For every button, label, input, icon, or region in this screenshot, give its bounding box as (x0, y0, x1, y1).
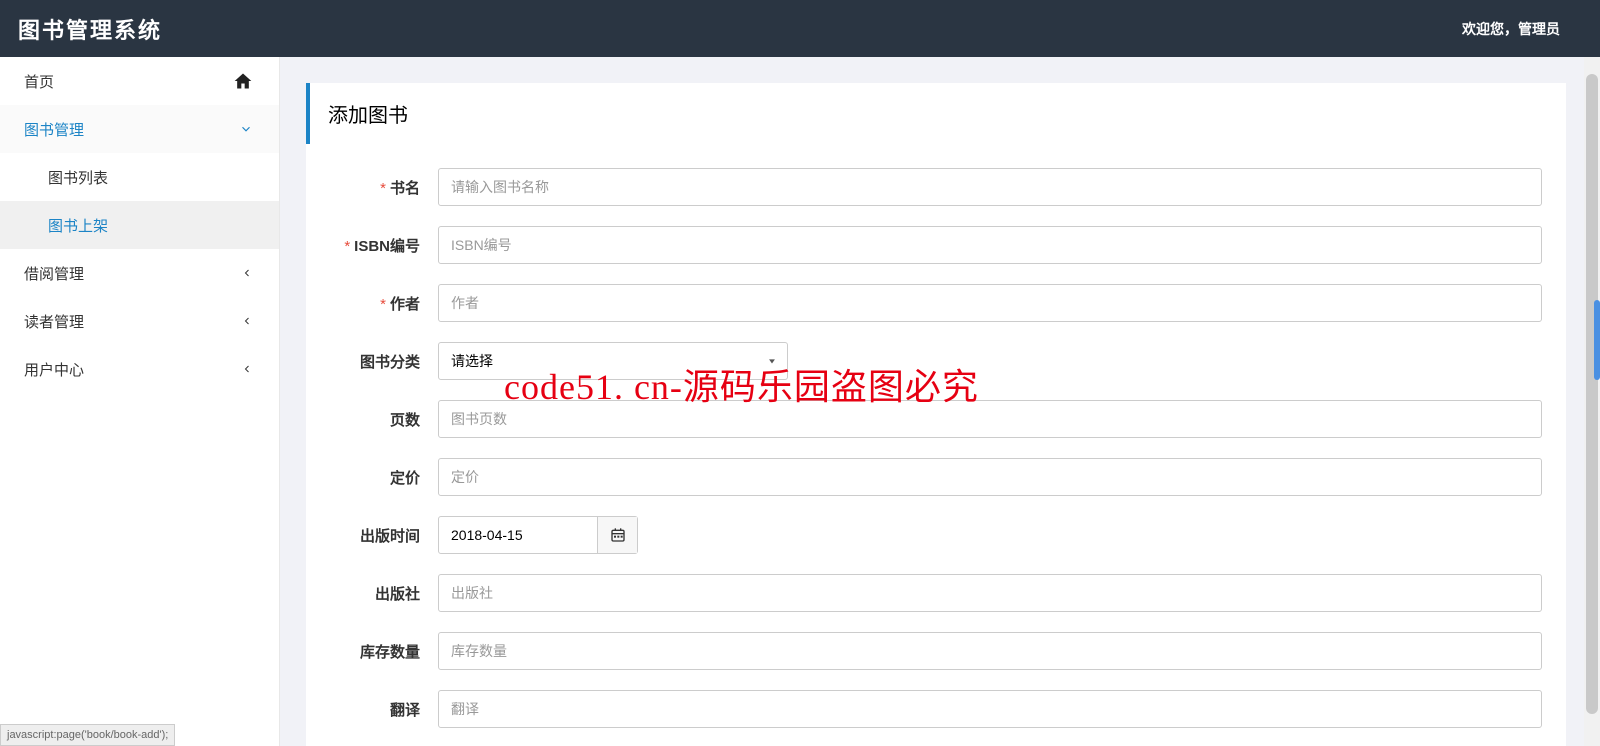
input-translator[interactable] (438, 690, 1542, 728)
row-author: *作者 (330, 284, 1542, 322)
row-book-name: *书名 (330, 168, 1542, 206)
scrollbar-thumb[interactable] (1586, 74, 1598, 714)
input-book-name[interactable] (438, 168, 1542, 206)
input-price[interactable] (438, 458, 1542, 496)
sidebar: 首页 图书管理 图书列表 图书上架 借阅管理 读者管理 (0, 57, 280, 746)
sidebar-item-book-add[interactable]: 图书上架 (0, 201, 279, 249)
sidebar-item-label: 借阅管理 (24, 263, 84, 284)
label-pubdate: 出版时间 (330, 525, 438, 546)
row-category: 图书分类 请选择 (330, 342, 1542, 380)
welcome-text[interactable]: 欢迎您，管理员 (1462, 19, 1560, 39)
sidebar-item-label: 读者管理 (24, 311, 84, 332)
sidebar-item-reader-mgmt[interactable]: 读者管理 (0, 297, 279, 345)
label-category: 图书分类 (330, 351, 438, 372)
chevron-left-icon (241, 315, 253, 327)
layout: 首页 图书管理 图书列表 图书上架 借阅管理 读者管理 (0, 57, 1600, 746)
row-pubdate: 出版时间 2018-04-15 (330, 516, 1542, 554)
sidebar-item-borrow-mgmt[interactable]: 借阅管理 (0, 249, 279, 297)
row-publisher: 出版社 (330, 574, 1542, 612)
calendar-icon[interactable] (597, 517, 637, 553)
sidebar-item-home[interactable]: 首页 (0, 57, 279, 105)
select-value: 请选择 (451, 351, 493, 371)
select-category[interactable]: 请选择 (438, 342, 788, 380)
row-translator: 翻译 (330, 690, 1542, 728)
sidebar-item-label: 首页 (24, 71, 54, 92)
form-panel: 添加图书 *书名 *ISBN编号 *作者 图书分类 请选择 (306, 83, 1566, 746)
input-stock[interactable] (438, 632, 1542, 670)
chevron-left-icon (241, 267, 253, 279)
main-content: 添加图书 *书名 *ISBN编号 *作者 图书分类 请选择 (280, 57, 1600, 746)
sidebar-item-label: 用户中心 (24, 359, 84, 380)
home-icon (233, 71, 253, 91)
sidebar-item-book-list[interactable]: 图书列表 (0, 153, 279, 201)
label-translator: 翻译 (330, 699, 438, 720)
statusbar: javascript:page('book/book-add'); (0, 724, 175, 746)
chevron-down-icon (239, 122, 253, 136)
sidebar-item-book-mgmt[interactable]: 图书管理 (0, 105, 279, 153)
chevron-left-icon (241, 363, 253, 375)
sidebar-item-user-center[interactable]: 用户中心 (0, 345, 279, 393)
brand-title: 图书管理系统 (18, 13, 162, 45)
label-book-name: *书名 (330, 177, 438, 198)
sidebar-item-label: 图书列表 (48, 167, 108, 188)
input-pages[interactable] (438, 400, 1542, 438)
input-pubdate[interactable]: 2018-04-15 (438, 516, 638, 554)
row-price: 定价 (330, 458, 1542, 496)
caret-down-icon (767, 353, 777, 369)
input-publisher[interactable] (438, 574, 1542, 612)
scrollbar-accent[interactable] (1594, 300, 1600, 380)
label-author: *作者 (330, 293, 438, 314)
pubdate-value: 2018-04-15 (439, 517, 597, 553)
statusbar-text: javascript:page('book/book-add'); (7, 729, 168, 741)
sidebar-item-label: 图书上架 (48, 215, 108, 236)
panel-title: 添加图书 (306, 83, 1566, 144)
topbar: 图书管理系统 欢迎您，管理员 (0, 0, 1600, 57)
label-isbn: *ISBN编号 (330, 235, 438, 256)
row-isbn: *ISBN编号 (330, 226, 1542, 264)
row-pages: 页数 (330, 400, 1542, 438)
input-isbn[interactable] (438, 226, 1542, 264)
row-stock: 库存数量 (330, 632, 1542, 670)
label-stock: 库存数量 (330, 641, 438, 662)
label-pages: 页数 (330, 409, 438, 430)
label-price: 定价 (330, 467, 438, 488)
label-publisher: 出版社 (330, 583, 438, 604)
sidebar-item-label: 图书管理 (24, 119, 84, 140)
input-author[interactable] (438, 284, 1542, 322)
